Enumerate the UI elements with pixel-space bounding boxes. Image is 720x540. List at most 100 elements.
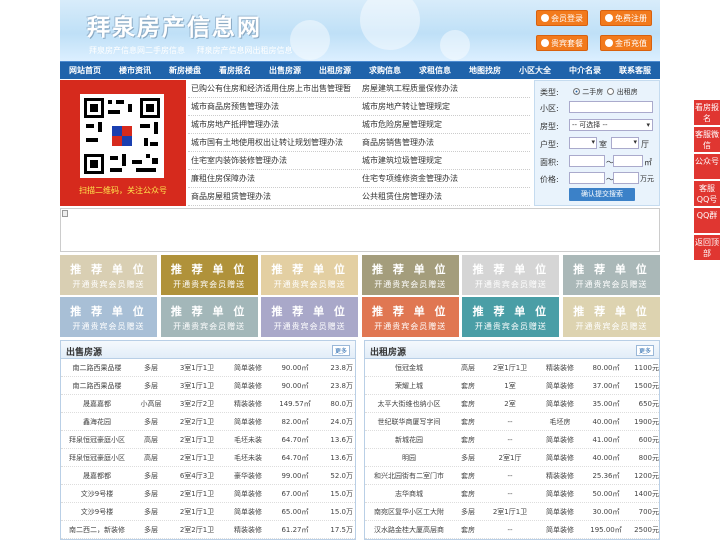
nav-map-search[interactable]: 地图找房 <box>460 62 510 79</box>
recommended-unit-tile[interactable]: 推 荐 单 位开通贵宾会员赠送 <box>563 255 660 295</box>
table-row[interactable]: 晟嘉嘉都 小高层 3室2厅2卫 精装装修 149.57㎡ 80.0万 <box>61 395 355 413</box>
nav-for-sale[interactable]: 出售房源 <box>260 62 310 79</box>
sidebar-viewing-signup[interactable]: 看房报名 <box>694 100 720 125</box>
table-row[interactable]: 文沙9号楼 多层 2室1厅1卫 简单装修 65.00㎡ 15.0万 <box>61 503 355 521</box>
table-row[interactable]: 文沙9号楼 多层 2室1厅1卫 简单装修 67.00㎡ 15.0万 <box>61 485 355 503</box>
policy-link[interactable]: 城市危险房屋管理规定 <box>359 116 530 133</box>
nav-home[interactable]: 网站首页 <box>60 62 110 79</box>
recommended-unit-tile[interactable]: 推 荐 单 位开通贵宾会员赠送 <box>563 297 660 337</box>
room-select[interactable]: ▾ <box>569 137 597 149</box>
recommended-unit-tile[interactable]: 推 荐 单 位开通贵宾会员赠送 <box>261 255 359 295</box>
nav-news[interactable]: 楼市资讯 <box>110 62 160 79</box>
listing-name[interactable]: 文沙9号楼 <box>61 503 133 520</box>
sidebar-qq-group[interactable]: QQ群 <box>694 208 720 233</box>
listing-name[interactable]: 汉水路金桂大厦高层商 <box>365 521 453 538</box>
listing-name[interactable]: 晟嘉都都 <box>61 467 133 484</box>
sidebar-official-account[interactable]: 公众号 <box>694 154 720 179</box>
listing-name[interactable]: 明园 <box>365 449 453 466</box>
policy-link[interactable]: 城市商品房预售管理办法 <box>188 98 359 115</box>
table-row[interactable]: 汉水路金桂大厦高层商 套房 -- 简单装修 195.00㎡ 2500元 <box>365 521 659 539</box>
recommended-unit-tile[interactable]: 推 荐 单 位开通贵宾会员赠送 <box>60 255 157 295</box>
table-row[interactable]: 南二路西果品楼 多层 3室1厅1卫 简单装修 90.00㎡ 23.8万 <box>61 377 355 395</box>
recommended-unit-tile[interactable]: 推 荐 单 位开通贵宾会员赠送 <box>160 255 258 295</box>
policy-link[interactable]: 商品房屋租赁管理办法 <box>188 188 359 205</box>
rent-more-link[interactable]: 更多 <box>635 345 654 356</box>
table-row[interactable]: 南二西二，新装修 多层 2室2厅1卫 精装装修 61.27㎡ 17.5万 <box>61 521 355 539</box>
policy-link[interactable]: 公共租赁住房管理办法 <box>359 188 530 205</box>
listing-name[interactable]: 世纪联华商厦写字间 <box>365 413 453 430</box>
policy-link[interactable]: 商品房销售管理办法 <box>359 134 530 151</box>
nav-viewing-signup[interactable]: 看房报名 <box>210 62 260 79</box>
listing-name[interactable]: 恒冠金城 <box>365 359 453 376</box>
table-row[interactable]: 太平大街维也纳小区 套房 2室 简单装修 35.00㎡ 650元 <box>365 395 659 413</box>
listing-name[interactable]: 鑫海花园 <box>61 413 133 430</box>
housetype-select[interactable]: -- 可选择 -- ▾ <box>569 119 653 131</box>
listing-name[interactable]: 太平大街维也纳小区 <box>365 395 453 412</box>
table-row[interactable]: 恒冠金城 高层 2室1厅1卫 精装装修 80.00㎡ 1100元 <box>365 359 659 377</box>
nav-new-homes[interactable]: 新房楼盘 <box>160 62 210 79</box>
listing-name[interactable]: 志华商城 <box>365 485 453 502</box>
recommended-unit-tile[interactable]: 推 荐 单 位开通贵宾会员赠送 <box>261 297 359 337</box>
listing-name[interactable]: 文沙9号楼 <box>61 485 133 502</box>
area-max-input[interactable] <box>613 155 643 167</box>
subtitle-rental[interactable]: 拜泉房产信息网出租房信息 <box>197 46 293 55</box>
hall-select[interactable]: ▾ <box>611 137 639 149</box>
price-max-input[interactable] <box>613 172 639 184</box>
recommended-unit-tile[interactable]: 推 荐 单 位开通贵宾会员赠送 <box>60 297 157 337</box>
policy-link[interactable]: 城市房地产抵押管理办法 <box>188 116 359 133</box>
listing-name[interactable]: 拜泉恒冠豪庭小区 <box>61 431 133 448</box>
banner-ad-placeholder[interactable] <box>60 208 660 252</box>
table-row[interactable]: 明园 多层 2室1厅 简单装修 40.00㎡ 800元 <box>365 449 659 467</box>
recommended-unit-tile[interactable]: 推 荐 单 位开通贵宾会员赠送 <box>361 297 459 337</box>
type-radio-rental[interactable] <box>607 88 615 95</box>
register-button[interactable]: 免费注册 <box>600 10 652 26</box>
vip-package-button[interactable]: 贵宾套餐 <box>536 35 588 51</box>
listing-name[interactable]: 新城花园 <box>365 431 453 448</box>
search-submit-button[interactable]: 确认提交搜索 <box>569 188 635 201</box>
nav-wanted-buy[interactable]: 求购信息 <box>360 62 410 79</box>
coin-recharge-button[interactable]: 金币充值 <box>600 35 652 51</box>
policy-link[interactable]: 已购公有住房和经济适用住房上市出售管理暂 <box>188 80 359 97</box>
listing-name[interactable]: 南宛区复华小区工大附 <box>365 503 453 520</box>
sale-more-link[interactable]: 更多 <box>331 345 350 356</box>
listing-name[interactable]: 南二路西果品楼 <box>61 377 133 394</box>
listing-name[interactable]: 和兴北园街有二室门市 <box>365 467 453 484</box>
policy-link[interactable]: 住宅室内装饰装修管理办法 <box>188 152 359 169</box>
recommended-unit-tile[interactable]: 推 荐 单 位开通贵宾会员赠送 <box>462 297 560 337</box>
site-logo[interactable]: 拜泉房产信息网 <box>87 8 262 42</box>
table-row[interactable]: 世纪联华商厦写字间 套房 -- 毛坯房 40.00㎡ 1900元 <box>365 413 659 431</box>
listing-name[interactable]: 拜泉恒冠豪庭小区 <box>61 449 133 466</box>
policy-link[interactable]: 房屋建筑工程质量保修办法 <box>359 80 530 97</box>
table-row[interactable]: 志华商城 套房 -- 简单装修 50.00㎡ 1400元 <box>365 485 659 503</box>
listing-name[interactable]: 荣耀上城 <box>365 377 453 394</box>
policy-link[interactable]: 城市国有土地使用权出让转让规划管理办法 <box>188 134 359 151</box>
table-row[interactable]: 新城花园 套房 -- 简单装修 41.00㎡ 600元 <box>365 431 659 449</box>
policy-link[interactable]: 城市建筑垃圾管理规定 <box>359 152 530 169</box>
area-min-input[interactable] <box>569 155 605 167</box>
login-button[interactable]: 会员登录 <box>536 10 588 26</box>
table-row[interactable]: 荣耀上城 套房 1室 简单装修 37.00㎡ 1500元 <box>365 377 659 395</box>
recommended-unit-tile[interactable]: 推 荐 单 位开通贵宾会员赠送 <box>160 297 258 337</box>
table-row[interactable]: 南宛区复华小区工大附 多层 2室1厅1卫 简单装修 30.00㎡ 700元 <box>365 503 659 521</box>
nav-wanted-rent[interactable]: 求租信息 <box>410 62 460 79</box>
table-row[interactable]: 晟嘉都都 多层 6室4厅3卫 豪华装修 99.00㎡ 52.0万 <box>61 467 355 485</box>
table-row[interactable]: 和兴北园街有二室门市 套房 -- 精装装修 25.36㎡ 1200元 <box>365 467 659 485</box>
type-radio-secondhand[interactable] <box>573 88 580 95</box>
table-row[interactable]: 拜泉恒冠豪庭小区 高层 2室1厅1卫 毛坯未装 64.70㎡ 13.6万 <box>61 431 355 449</box>
listing-name[interactable]: 南二西二，新装修 <box>61 521 133 538</box>
nav-for-rent[interactable]: 出租房源 <box>310 62 360 79</box>
policy-link[interactable]: 城市房地产转让管理规定 <box>359 98 530 115</box>
table-row[interactable]: 拜泉恒冠豪庭小区 高层 2室1厅1卫 毛坯未装 64.70㎡ 13.6万 <box>61 449 355 467</box>
sidebar-service-qq[interactable]: 客服QQ号 <box>694 181 720 206</box>
recommended-unit-tile[interactable]: 推 荐 单 位开通贵宾会员赠送 <box>462 255 560 295</box>
listing-name[interactable]: 南二路西果品楼 <box>61 359 133 376</box>
nav-agencies[interactable]: 中介名录 <box>560 62 610 79</box>
subtitle-secondhand[interactable]: 拜泉房产信息网二手房信息 <box>89 46 185 55</box>
table-row[interactable]: 南二路西果品楼 多层 3室1厅1卫 简单装修 90.00㎡ 23.8万 <box>61 359 355 377</box>
policy-link[interactable]: 住宅专项维修资金管理办法 <box>359 170 530 187</box>
community-input[interactable] <box>569 101 653 113</box>
policy-link[interactable]: 廉租住房保障办法 <box>188 170 359 187</box>
back-to-top-button[interactable]: 返回顶部 <box>694 235 720 260</box>
price-min-input[interactable] <box>569 172 605 184</box>
table-row[interactable]: 鑫海花园 多层 2室2厅1卫 简单装修 82.00㎡ 24.0万 <box>61 413 355 431</box>
